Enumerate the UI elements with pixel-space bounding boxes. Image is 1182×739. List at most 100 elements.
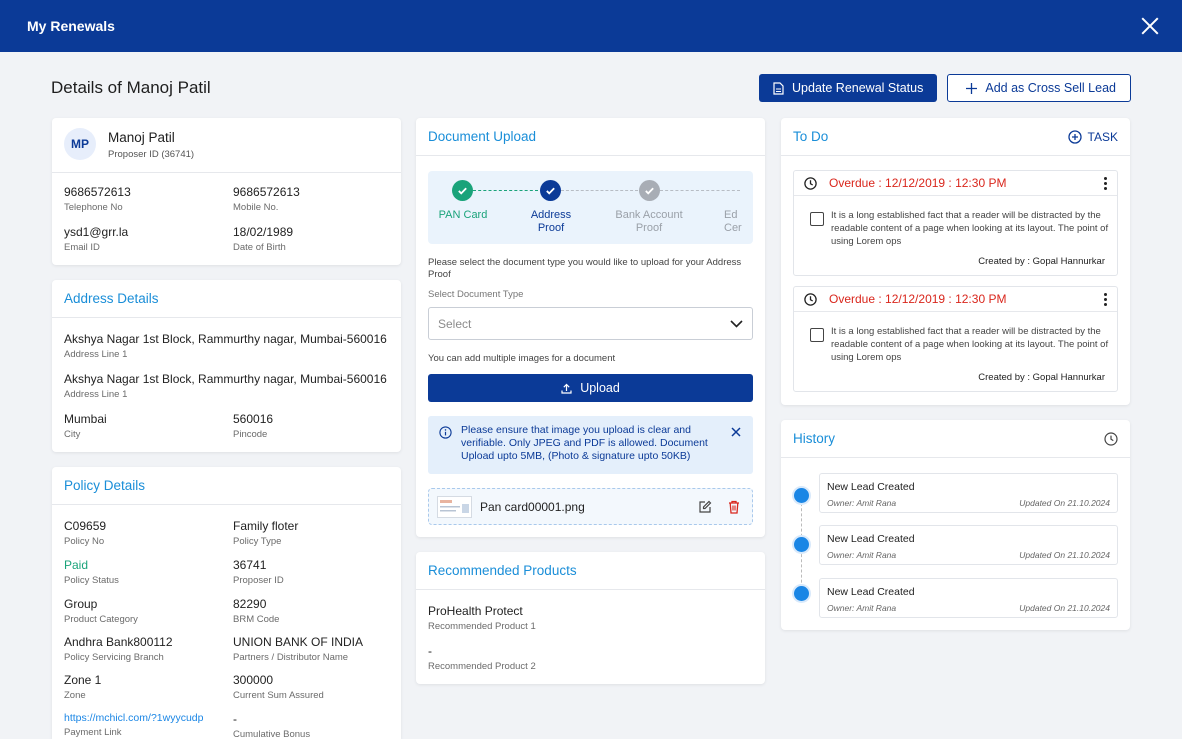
policy-status-field: Paid Policy Status <box>64 558 119 586</box>
email-label: Email ID <box>64 242 100 253</box>
upload-instruction: Please select the document type you woul… <box>428 257 742 280</box>
city-label: City <box>64 429 81 440</box>
todo-checkbox[interactable] <box>810 212 824 226</box>
pincode-label: Pincode <box>233 429 268 440</box>
upload-info-banner: Please ensure that image you upload is c… <box>428 416 753 474</box>
step-connector <box>473 190 538 191</box>
address-line-1-field: Akshya Nagar 1st Block, Rammurthy nagar,… <box>64 332 387 360</box>
step-address-proof-label: Address Proof <box>530 209 572 234</box>
history-item-updated: Updated On 21.10.2024 <box>1019 603 1110 613</box>
history-item: New Lead Created Owner: Amit Rana Update… <box>819 525 1118 565</box>
email-field: ysd1@grr.la Email ID <box>64 225 128 253</box>
address-details-header: Address Details <box>52 280 401 318</box>
history-item-owner: Owner: Amit Rana <box>827 603 897 613</box>
step-education-label: Ed Cer <box>724 209 742 234</box>
recommended-product-1-value: ProHealth Protect <box>428 604 523 618</box>
todo-title: To Do <box>793 129 829 144</box>
policy-type-label: Policy Type <box>233 536 282 547</box>
step-address-proof-check-icon[interactable] <box>540 180 561 201</box>
todo-item: Overdue : 12/12/2019 : 12:30 PM It is a … <box>793 170 1118 276</box>
history-card: History New Lead Created Owner: Amit Ran… <box>781 420 1130 630</box>
history-item: New Lead Created Owner: Amit Rana Update… <box>819 578 1118 618</box>
servicing-branch-label: Policy Servicing Branch <box>64 652 164 663</box>
mobile-field: 9686572613 Mobile No. <box>233 185 300 213</box>
sum-assured-value: 300000 <box>233 673 274 687</box>
profile-proposer-id: Proposer ID (36741) <box>108 149 195 160</box>
recommended-product-2-value: - <box>428 644 432 658</box>
proposer-id-field: 36741 Proposer ID <box>233 558 284 586</box>
document-type-select-value: Select <box>438 316 472 331</box>
recommended-product-1: ProHealth Protect Recommended Product 1 <box>428 604 536 632</box>
clock-icon <box>804 176 817 190</box>
todo-description: It is a long established fact that a rea… <box>831 210 1109 247</box>
payment-link[interactable]: https://mchicl.com/?1wyycudp <box>64 712 203 724</box>
address-line-2-value: Akshya Nagar 1st Block, Rammurthy nagar,… <box>64 372 387 386</box>
todo-description: It is a long established fact that a rea… <box>831 326 1109 363</box>
more-options-icon[interactable] <box>1104 176 1107 190</box>
close-icon[interactable] <box>731 427 741 437</box>
dob-field: 18/02/1989 Date of Birth <box>233 225 293 253</box>
document-upload-title: Document Upload <box>428 129 537 144</box>
clock-icon[interactable] <box>1104 431 1118 446</box>
todo-checkbox[interactable] <box>810 328 824 342</box>
policy-details-title: Policy Details <box>64 478 146 493</box>
more-options-icon[interactable] <box>1104 292 1107 306</box>
document-type-select[interactable]: Select <box>428 307 753 340</box>
todo-overdue-date: Overdue : 12/12/2019 : 12:30 PM <box>829 292 1007 306</box>
dob-label: Date of Birth <box>233 242 286 253</box>
top-bar: My Renewals <box>0 0 1182 52</box>
profile-card: MP Manoj Patil Proposer ID (36741) 96865… <box>52 118 401 265</box>
file-thumbnail-icon <box>437 495 472 518</box>
upload-button[interactable]: Upload <box>428 374 753 402</box>
history-item-owner: Owner: Amit Rana <box>827 498 897 508</box>
todo-header: To Do TASK <box>781 118 1130 156</box>
edit-icon[interactable] <box>698 500 712 514</box>
brm-code-value: 82290 <box>233 597 267 611</box>
recommended-product-1-label: Recommended Product 1 <box>428 621 536 632</box>
upload-button-label: Upload <box>580 381 620 395</box>
history-header: History <box>781 420 1130 458</box>
timeline-dot <box>794 586 809 601</box>
sum-assured-label: Current Sum Assured <box>233 690 324 701</box>
pincode-field: 560016 Pincode <box>233 412 273 440</box>
uploaded-file-name: Pan card00001.png <box>480 499 585 514</box>
recommended-product-2: - Recommended Product 2 <box>428 644 536 672</box>
product-category-value: Group <box>64 597 98 611</box>
zone-value: Zone 1 <box>64 673 102 687</box>
policy-no-field: C09659 Policy No <box>64 519 106 547</box>
brm-code-field: 82290 BRM Code <box>233 597 279 625</box>
cumulative-bonus-value: - <box>233 712 237 726</box>
document-icon <box>773 81 784 95</box>
servicing-branch-field: Andhra Bank800112 Policy Servicing Branc… <box>64 635 173 663</box>
todo-card: To Do TASK Overdue : 12/12/2019 : 12:30 … <box>781 118 1130 405</box>
add-cross-sell-lead-label: Add as Cross Sell Lead <box>985 81 1116 95</box>
policy-details-header: Policy Details <box>52 467 401 505</box>
header-actions: Update Renewal Status Add as Cross Sell … <box>759 74 1131 102</box>
todo-overdue-date: Overdue : 12/12/2019 : 12:30 PM <box>829 176 1007 190</box>
address-line-1-label: Address Line 1 <box>64 349 128 360</box>
avatar: MP <box>64 128 96 160</box>
mobile-value: 9686572613 <box>233 185 300 199</box>
city-value: Mumbai <box>64 412 107 426</box>
update-renewal-status-button[interactable]: Update Renewal Status <box>759 74 938 102</box>
history-item: New Lead Created Owner: Amit Rana Update… <box>819 473 1118 513</box>
step-pan-card-check-icon[interactable] <box>452 180 473 201</box>
address-line-2-label: Address Line 1 <box>64 389 128 400</box>
timeline-dot <box>794 537 809 552</box>
add-task-button[interactable]: TASK <box>1067 130 1118 144</box>
uploaded-file-row: Pan card00001.png <box>428 488 753 525</box>
dob-value: 18/02/1989 <box>233 225 294 239</box>
timeline-dot <box>794 488 809 503</box>
page-header: Details of Manoj Patil Update Renewal St… <box>51 73 1131 103</box>
proposer-id-value: 36741 <box>233 558 267 572</box>
add-cross-sell-lead-button[interactable]: Add as Cross Sell Lead <box>947 74 1131 102</box>
divider <box>52 172 401 173</box>
info-icon <box>439 426 452 439</box>
delete-icon[interactable] <box>728 500 740 514</box>
todo-item: Overdue : 12/12/2019 : 12:30 PM It is a … <box>793 286 1118 392</box>
payment-link-label: Payment Link <box>64 727 122 738</box>
history-item-title: New Lead Created <box>827 586 915 598</box>
partner-value: UNION BANK OF INDIA <box>233 635 364 649</box>
step-bank-account-check-icon[interactable] <box>639 180 660 201</box>
close-icon[interactable] <box>1140 16 1160 36</box>
